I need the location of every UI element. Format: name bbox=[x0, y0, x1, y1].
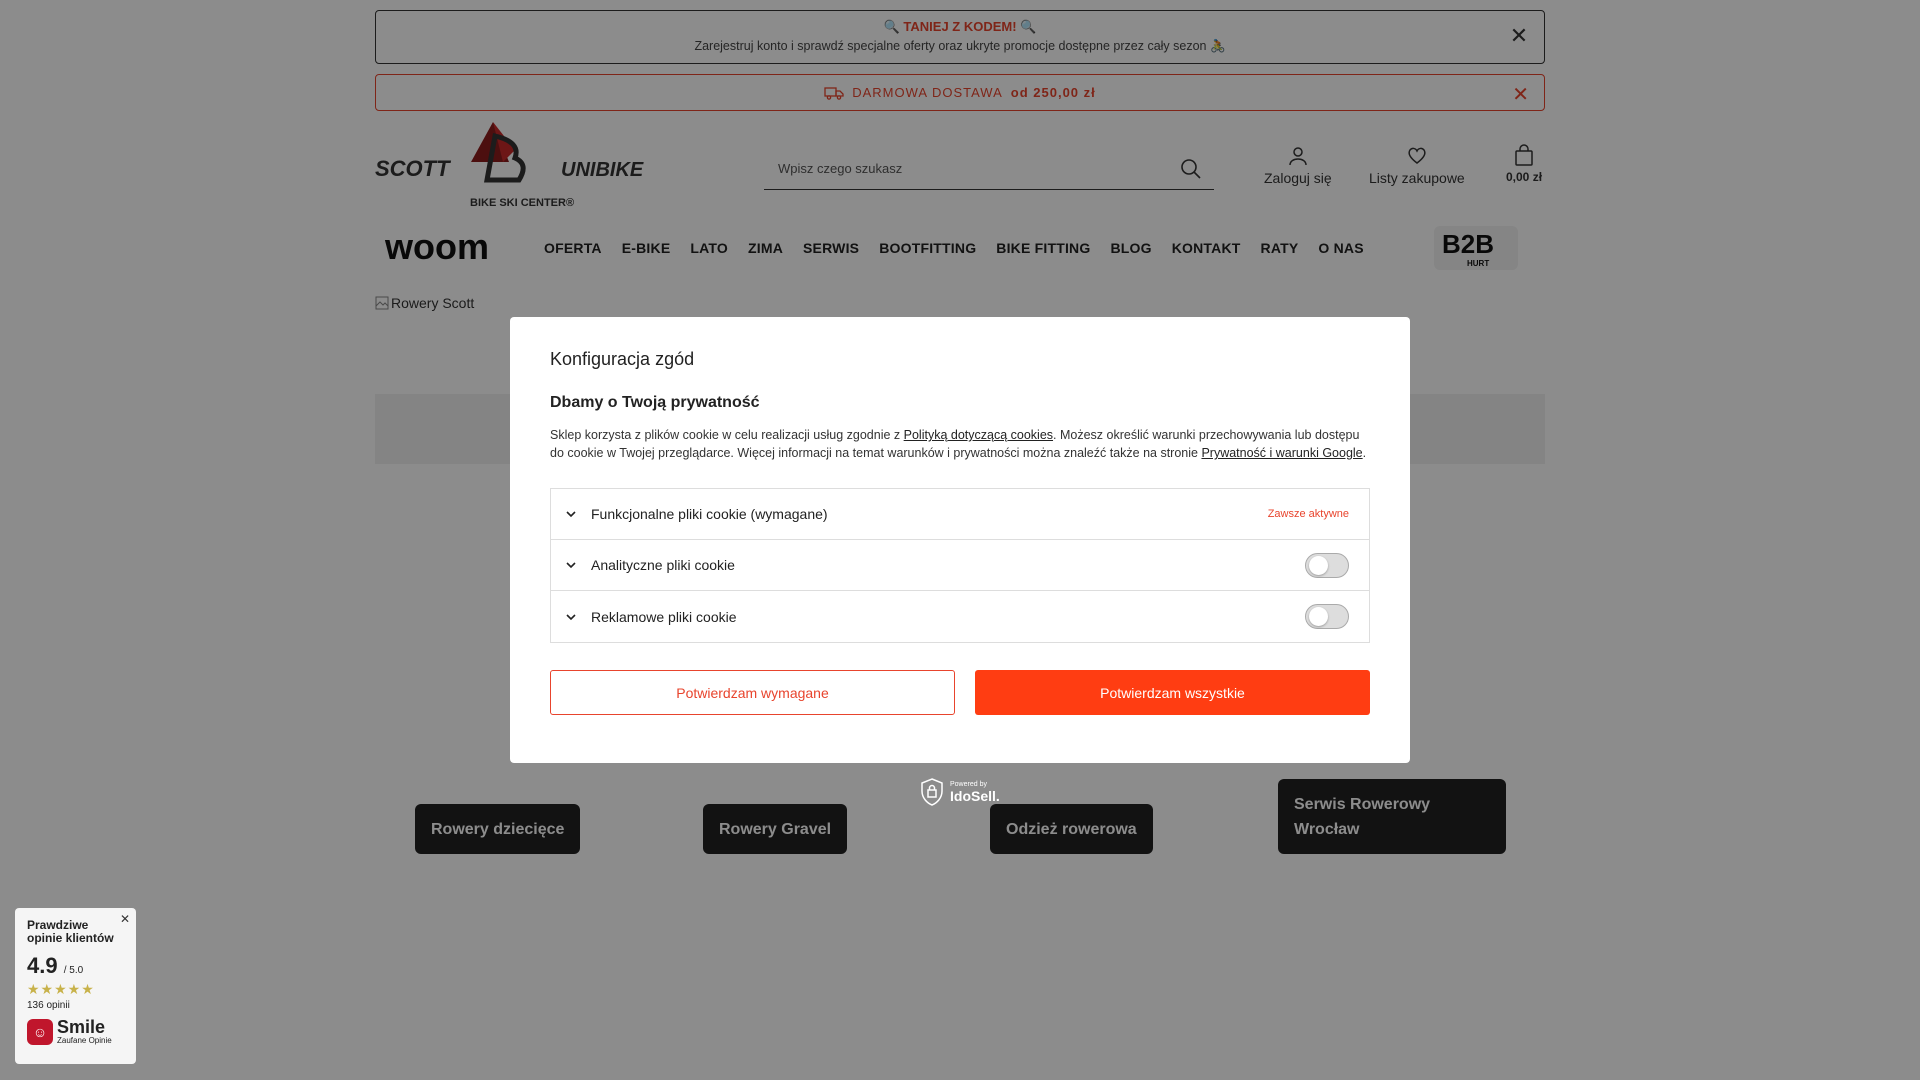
consent-label: Reklamowe pliki cookie bbox=[591, 608, 737, 625]
score-max: / 5.0 bbox=[63, 965, 84, 976]
brand-tagline: Zaufane Opinie bbox=[57, 1036, 112, 1045]
reviews-widget[interactable]: ✕ Prawdziwe opinie klientów 4.9 / 5.0 ★★… bbox=[15, 908, 136, 1064]
analytics-toggle[interactable] bbox=[1305, 552, 1349, 578]
description-text: Sklep korzysta z plików cookie w celu re… bbox=[550, 428, 904, 442]
consent-label: Funkcjonalne pliki cookie (wymagane) bbox=[591, 506, 828, 522]
smile-brand: ☺ Smile Zaufane Opinie bbox=[27, 1017, 124, 1045]
accept-all-button[interactable]: Potwierdzam wszystkie bbox=[975, 670, 1370, 715]
consent-row-marketing[interactable]: Reklamowe pliki cookie bbox=[551, 591, 1369, 642]
chevron-down-icon[interactable] bbox=[565, 559, 577, 571]
consent-label: Analityczne pliki cookie bbox=[591, 557, 735, 573]
google-privacy-link[interactable]: Prywatność i warunki Google bbox=[1201, 446, 1362, 460]
idosell-brand: IdoSell. bbox=[950, 787, 1000, 804]
shield-lock-icon bbox=[921, 778, 943, 806]
brand-name: Smile bbox=[57, 1017, 106, 1037]
consent-list: Funkcjonalne pliki cookie (wymagane) Zaw… bbox=[550, 488, 1370, 643]
accept-required-button[interactable]: Potwierdzam wymagane bbox=[550, 670, 955, 715]
consent-row-functional[interactable]: Funkcjonalne pliki cookie (wymagane) Zaw… bbox=[551, 489, 1369, 540]
cookie-consent-dialog: Konfiguracja zgód Dbamy o Twoją prywatno… bbox=[510, 317, 1410, 763]
chat-bubble-icon: ☺ bbox=[27, 1019, 53, 1045]
chevron-down-icon[interactable] bbox=[565, 508, 577, 520]
marketing-toggle[interactable] bbox=[1305, 604, 1349, 629]
powered-by-idosell[interactable]: Powered by IdoSell. bbox=[920, 778, 1000, 806]
consent-row-analytics[interactable]: Analityczne pliki cookie bbox=[551, 540, 1369, 591]
cookie-policy-link[interactable]: Polityką dotyczącą cookies bbox=[904, 428, 1053, 442]
star-rating-icon: ★★★★★ bbox=[27, 981, 95, 997]
dialog-heading: Dbamy o Twoją prywatność bbox=[550, 394, 760, 411]
rating-score: 4.9 / 5.0 bbox=[27, 953, 124, 979]
review-count: 136 opinii bbox=[27, 1000, 70, 1011]
always-active-badge: Zawsze aktywne bbox=[1267, 508, 1349, 520]
close-icon[interactable]: ✕ bbox=[120, 912, 130, 926]
dialog-description: Sklep korzysta z plików cookie w celu re… bbox=[550, 426, 1370, 462]
powered-by-text: Powered by bbox=[950, 780, 987, 788]
score-value: 4.9 bbox=[27, 953, 58, 978]
chevron-down-icon[interactable] bbox=[565, 611, 577, 623]
dialog-title: Konfiguracja zgód bbox=[550, 349, 695, 369]
dialog-buttons: Potwierdzam wymagane Potwierdzam wszystk… bbox=[550, 670, 1370, 715]
reviews-title: Prawdziwe opinie klientów bbox=[27, 918, 114, 945]
description-text: . bbox=[1362, 446, 1367, 460]
